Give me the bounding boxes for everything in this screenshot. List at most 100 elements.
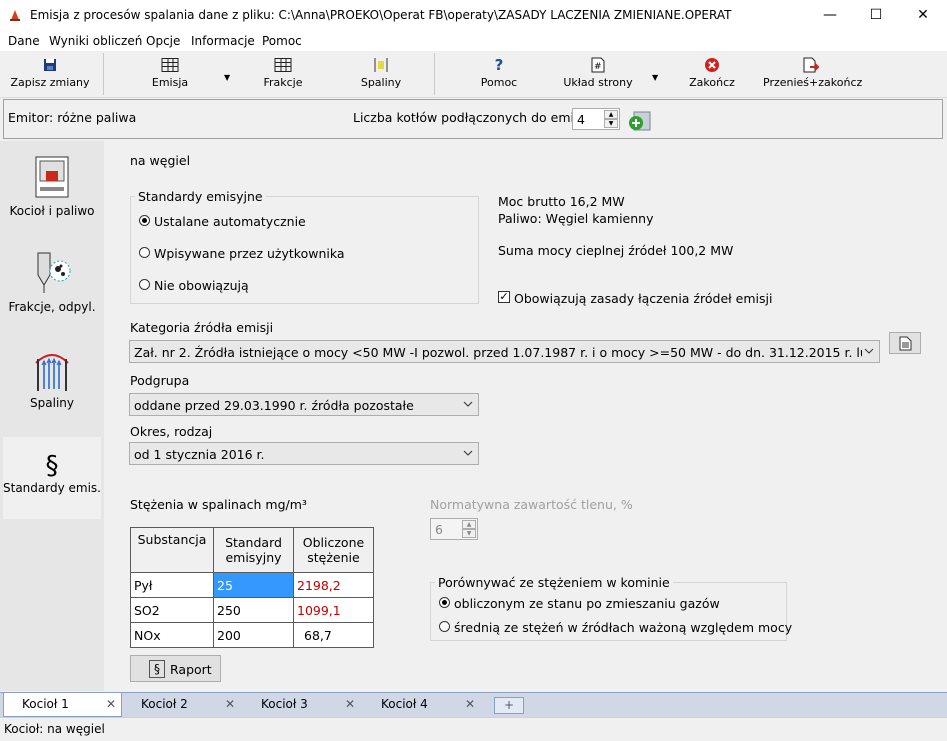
radio-auto-label: Ustalane automatycznie [154,214,306,229]
svg-text:#: # [594,62,602,72]
cell-obliczone: 1099,1 [293,597,374,623]
menu-pomoc[interactable]: Pomoc [262,34,302,48]
menu-wyniki[interactable]: Wyniki obliczeń [49,34,142,48]
radio-obliczonym[interactable] [439,597,450,608]
section-heading: na węgiel [130,153,191,168]
okres-select[interactable]: od 1 stycznia 2016 r. [129,442,479,465]
table-icon [161,58,179,72]
page-layout-icon: # [591,57,605,73]
transfer-exit-icon [803,57,819,73]
emitor-label: Emitor: różne paliwa [8,110,137,125]
kociol-tabs: Kocioł 1 ✕ Kocioł 2 ✕ Kocioł 3 ✕ Kocioł … [0,692,947,717]
title-bar: Emisja z procesów spalania dane z pliku:… [0,0,947,31]
moc-brutto: Moc brutto 16,2 MW [498,194,625,209]
close-icon[interactable]: ✕ [345,697,355,711]
radio-auto[interactable] [139,215,150,226]
uklad-strony-button[interactable]: # Układ strony [561,51,635,97]
minimize-button[interactable]: — [807,0,853,31]
cell-standard[interactable]: 250 [213,597,294,623]
radio-srednia[interactable] [439,621,450,632]
chevron-down-icon [463,450,473,456]
spin-up-icon[interactable]: ▲ [604,110,618,119]
cell-substancja: Pył [130,572,214,598]
tab-kociol-1[interactable]: Kocioł 1 ✕ [3,693,122,717]
header-obliczone: Obliczone stężenie [293,527,374,573]
exit-icon [705,58,719,72]
help-icon: ? [494,56,504,74]
cell-substancja: SO2 [130,597,214,623]
close-button[interactable]: ✕ [900,0,946,31]
okres-label: Okres, rodzaj [130,424,213,439]
chevron-down-icon [463,401,473,407]
emitor-bar: Emitor: różne paliwa Liczba kotłów podłą… [3,99,943,139]
table-header-row: Substancja Standard emisyjny Obliczone s… [130,527,374,573]
kotly-count-spinner[interactable]: 4 ▲ ▼ [572,108,620,130]
raport-button[interactable]: § Raport [130,655,221,682]
add-boiler-icon[interactable] [628,110,652,132]
add-tab-icon[interactable]: + [494,697,524,714]
podgrupa-select[interactable]: oddane przed 29.03.1990 r. źródła pozost… [129,393,479,416]
nav-kociol-paliwo[interactable]: Kocioł i paliwo [3,155,101,218]
flue-gas-icon [374,58,388,72]
nav-spaliny[interactable]: Spaliny [3,347,101,410]
radio-srednia-label: średnią ze stężeń w źródłach ważoną wzgl… [454,620,793,635]
przenies-zakoncz-button[interactable]: Przenieś+zakończ [763,51,862,97]
maximize-button[interactable]: ☐ [853,0,899,31]
uklad-dropdown-icon[interactable]: ▼ [652,73,658,82]
close-icon[interactable]: ✕ [465,697,475,711]
save-button[interactable]: Zapisz zmiany [10,51,90,97]
dust-separator-icon [37,252,71,293]
paliwo: Paliwo: Węgiel kamienny [498,211,654,226]
spin-up-icon[interactable]: ▲ [462,520,476,529]
chevron-down-icon [864,348,874,354]
close-icon[interactable]: ✕ [225,697,235,711]
stezenia-label: Stężenia w spalinach mg/m³ [130,497,307,512]
kategoria-document-button[interactable] [889,332,921,354]
radio-user[interactable] [139,247,150,258]
radio-obliczonym-label: obliczonym ze stanu po zmieszaniu gazów [454,596,720,611]
table-row: SO2 250 1099,1 [130,597,374,623]
table-row: NOx 200 68,7 [130,622,374,648]
tlen-label: Normatywna zawartość tlenu, % [430,497,633,512]
tab-kociol-2[interactable]: Kocioł 2 ✕ [123,693,240,716]
kategoria-select[interactable]: Zał. nr 2. Źródła istniejące o mocy <50 … [129,340,880,363]
cell-standard[interactable]: 25 [213,572,294,598]
header-substancja: Substancja [130,527,214,573]
cell-obliczone: 2198,2 [293,572,374,598]
zasady-checkbox[interactable]: ✓ [498,291,510,303]
close-icon[interactable]: ✕ [106,697,116,711]
emisja-dropdown-icon[interactable]: ▼ [224,73,230,82]
table-icon [274,58,292,72]
menu-informacje[interactable]: Informacje [191,34,255,48]
tab-kociol-4[interactable]: Kocioł 4 ✕ [363,693,480,716]
nav-standardy-emis[interactable]: § Standardy emis. [3,437,101,519]
radio-user-label: Wpisywane przez użytkownika [154,246,345,261]
floppy-icon [44,59,56,71]
spin-down-icon[interactable]: ▼ [462,529,476,538]
porownywac-group-title: Porównywać ze stężeniem w kominie [435,575,673,590]
zakoncz-button[interactable]: Zakończ [682,51,742,97]
header-standard: Standard emisyjny [213,527,294,573]
frakcje-button[interactable]: Frakcje [253,51,313,97]
tlen-spinner[interactable]: 6 ▲ ▼ [430,518,478,540]
standardy-group-title: Standardy emisyjne [135,189,266,204]
menu-dane[interactable]: Dane [8,34,40,48]
pomoc-button[interactable]: ? Pomoc [469,51,529,97]
cell-standard[interactable]: 200 [213,622,294,648]
radio-none[interactable] [139,279,150,290]
nav-frakcje-odpyl[interactable]: Frakcje, odpyl. [3,249,101,314]
toolbar: Zapisz zmiany Emisja ▼ Frakcje Spaliny ?… [0,51,947,98]
menu-bar: Dane Wyniki obliczeń Opcje Informacje Po… [0,31,947,51]
zasady-label: Obowiązują zasady łączenia źródeł emisji [514,291,773,306]
kategoria-label: Kategoria źródła emisji [130,320,274,335]
menu-opcje[interactable]: Opcje [146,34,180,48]
spin-down-icon[interactable]: ▼ [604,119,618,128]
status-text: Kocioł: na węgiel [4,722,105,736]
spaliny-button[interactable]: Spaliny [351,51,411,97]
left-navigation: Kocioł i paliwo Frakcje, odpyl. Spaliny … [0,141,104,691]
emisja-button[interactable]: Emisja [140,51,200,97]
tab-kociol-3[interactable]: Kocioł 3 ✕ [243,693,360,716]
radio-none-label: Nie obowiązują [154,278,249,293]
boiler-icon [35,156,69,198]
app-icon [10,10,20,21]
